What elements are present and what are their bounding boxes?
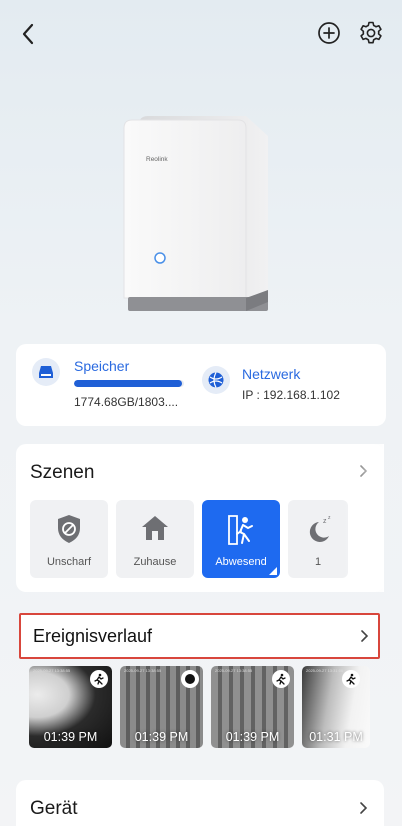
scene-1[interactable]: zz 1 [288,500,348,578]
svg-text:z: z [323,518,327,525]
event-timestamp: 2025-09-27 13:31:06 [306,668,344,673]
motion-person-icon [90,670,108,688]
event-timestamp: 2025-09-27 13:38:55 [215,668,253,673]
svg-text:z: z [328,515,331,521]
network-globe-icon [202,366,230,394]
events-title: Ereignisverlauf [33,626,153,646]
network-status[interactable]: Netzwerk IP : 192.168.1.102 [202,366,340,402]
top-bar [0,0,402,66]
event-time: 01:39 PM [43,730,98,744]
active-corner-indicator [269,567,277,575]
scenes-title: Szenen [30,462,95,483]
chevron-left-icon [22,23,34,45]
home-icon [142,516,168,540]
storage-status[interactable]: Speicher 1774.68GB/1803.... [32,358,184,409]
events-card: Ereignisverlauf 2025-09-27 13:38:55 01:3… [16,608,384,760]
storage-progress-bar [74,380,184,387]
event-time: 01:39 PM [134,730,189,744]
event-time: 01:31 PM [309,730,363,744]
event-thumbnails: 2025-09-27 13:38:55 01:39 PM 2025-09-27 … [29,666,370,748]
event-thumbnail[interactable]: 2025-09-27 13:31:06 01:31 PM [302,666,370,748]
leaving-person-icon [228,515,253,545]
back-button[interactable] [14,20,42,48]
device-section-title: Gerät [30,798,78,819]
event-thumbnail[interactable]: 2025-09-27 13:38:55 01:39 PM [120,666,203,748]
scene-label: Abwesend [215,556,267,568]
plus-circle-icon [318,22,340,44]
scene-label: Unscharf [46,556,92,568]
add-button[interactable] [316,20,342,46]
event-timestamp: 2025-09-27 13:38:55 [33,668,71,673]
gear-icon [360,21,382,44]
moon-sleep-icon: zz [309,515,331,542]
motion-person-icon [272,670,290,688]
scenes-card: Szenen Unscharf Zuhause Abwesend zz 1 [16,444,384,592]
storage-label: Speicher [74,358,130,374]
event-thumbnail[interactable]: 2025-09-27 13:38:55 01:39 PM [211,666,294,748]
event-time: 01:39 PM [225,730,280,744]
scenes-list: Unscharf Zuhause Abwesend zz 1 [30,500,348,578]
scene-zuhause[interactable]: Zuhause [116,500,194,578]
storage-value: 1774.68GB/1803.... [74,395,179,409]
event-timestamp: 2025-09-27 13:38:55 [124,668,162,673]
device-image: Reolink [118,114,278,320]
network-ip: IP : 192.168.1.102 [242,388,340,402]
record-dot-icon [181,670,199,688]
storage-progress-fill [74,380,182,387]
scene-abwesend[interactable]: Abwesend [202,500,280,578]
events-header[interactable]: Ereignisverlauf [19,613,380,659]
scene-label: 1 [314,556,322,568]
motion-person-icon [342,670,360,688]
network-label: Netzwerk [242,366,301,382]
scene-label: Zuhause [133,556,177,568]
event-thumbnail[interactable]: 2025-09-27 13:38:55 01:39 PM [29,666,112,748]
device-brand-label: Reolink [146,156,168,163]
scroll-fade [344,444,384,592]
chevron-right-icon [360,802,368,814]
scene-unscharf[interactable]: Unscharf [30,500,108,578]
device-section-card[interactable]: Gerät [16,780,384,826]
disarmed-shield-icon [58,515,80,543]
hard-drive-icon [32,358,60,386]
chevron-right-icon [361,630,369,642]
status-card: Speicher 1774.68GB/1803.... Netzwerk IP … [16,344,386,426]
settings-button[interactable] [357,19,385,47]
